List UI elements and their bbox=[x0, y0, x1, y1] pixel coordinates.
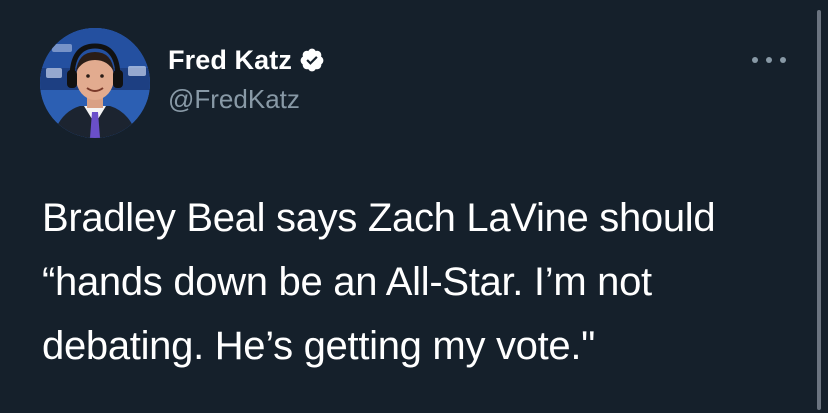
author-name-row[interactable]: Fred Katz bbox=[168, 44, 325, 76]
author-display-name[interactable]: Fred Katz bbox=[168, 45, 292, 76]
tweet-card: Fred Katz @FredKatz Bradley Beal says Za… bbox=[0, 0, 828, 413]
author-handle[interactable]: @FredKatz bbox=[168, 84, 300, 115]
tweet-text-line: Bradley Beal says Zach LaVine should bbox=[42, 196, 716, 240]
author-avatar[interactable] bbox=[40, 28, 150, 138]
more-dot bbox=[752, 57, 758, 63]
tweet-text: Bradley Beal says Zach LaVine should “ha… bbox=[42, 186, 802, 378]
more-dot bbox=[780, 57, 786, 63]
more-options-icon[interactable] bbox=[752, 52, 786, 68]
tweet-text-line: debating. He’s getting my vote." bbox=[42, 324, 596, 368]
tweet-text-line: “hands down be an All-Star. I’m not bbox=[42, 260, 652, 304]
avatar-image bbox=[40, 28, 150, 138]
more-dot bbox=[766, 57, 772, 63]
scrollbar[interactable] bbox=[817, 10, 821, 410]
verified-badge-icon bbox=[299, 47, 325, 73]
